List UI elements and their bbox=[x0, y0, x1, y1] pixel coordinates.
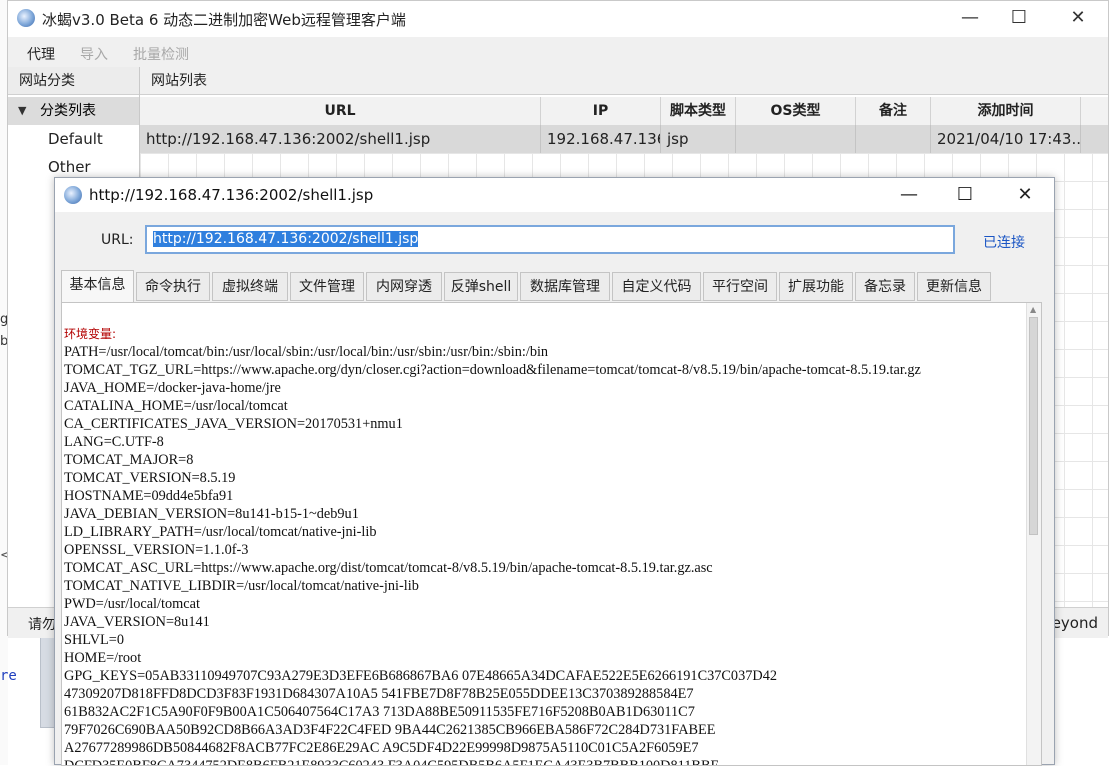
env-var-line: 47309207D818FFD8DCD3F83F1931D684307A10A5… bbox=[64, 686, 694, 702]
tab-extensions[interactable]: 扩展功能 bbox=[779, 272, 853, 301]
env-var-line: TOMCAT_ASC_URL=https://www.apache.org/di… bbox=[64, 560, 713, 576]
url-input[interactable]: http://192.168.47.136:2002/shell1.jsp bbox=[145, 225, 955, 254]
tree-root-category-list[interactable]: ▼ 分类列表 bbox=[8, 97, 139, 125]
menu-bar: 代理 导入 批量检测 bbox=[8, 37, 1108, 67]
tree-item-other[interactable]: Other bbox=[48, 158, 91, 176]
status-text-right: eyond bbox=[1051, 614, 1098, 632]
dialog-title: http://192.168.47.136:2002/shell1.jsp bbox=[89, 186, 374, 204]
env-var-line: TOMCAT_NATIVE_LIBDIR=/usr/local/tomcat/n… bbox=[64, 578, 419, 594]
scrollbar-thumb[interactable] bbox=[1029, 317, 1038, 535]
cell-note bbox=[856, 125, 931, 153]
menu-proxy[interactable]: 代理 bbox=[27, 44, 55, 64]
menu-import[interactable]: 导入 bbox=[80, 44, 108, 64]
table-header: URL IP 脚本类型 OS类型 备注 添加时间 bbox=[140, 97, 1108, 126]
url-input-value: http://192.168.47.136:2002/shell1.jsp bbox=[153, 231, 419, 247]
tab-custom-code[interactable]: 自定义代码 bbox=[612, 272, 701, 301]
dialog-close-button[interactable]: ✕ bbox=[999, 178, 1051, 212]
tab-file-manager[interactable]: 文件管理 bbox=[290, 272, 364, 301]
tab-intranet-tunnel[interactable]: 内网穿透 bbox=[366, 272, 442, 301]
tab-virtual-terminal[interactable]: 虚拟终端 bbox=[212, 272, 288, 301]
dialog-maximize-button[interactable]: ☐ bbox=[939, 178, 991, 212]
env-var-line: HOME=/root bbox=[64, 650, 142, 666]
dialog-logo-icon bbox=[64, 186, 82, 204]
env-var-line: SHLVL=0 bbox=[64, 632, 124, 648]
env-var-line: PWD=/usr/local/tomcat bbox=[64, 596, 200, 612]
tab-database-manager[interactable]: 数据库管理 bbox=[520, 272, 610, 301]
category-pane-header: 网站分类 bbox=[8, 67, 139, 95]
env-vars-text[interactable]: PATH=/usr/local/tomcat/bin:/usr/local/sb… bbox=[64, 343, 1027, 765]
env-var-line: LD_LIBRARY_PATH=/usr/local/tomcat/native… bbox=[64, 524, 377, 540]
close-button[interactable]: ✕ bbox=[1049, 1, 1107, 35]
env-var-line: JAVA_VERSION=8u141 bbox=[64, 614, 210, 630]
cell-url: http://192.168.47.136:2002/shell1.jsp bbox=[140, 125, 541, 153]
tab-command-exec[interactable]: 命令执行 bbox=[136, 272, 210, 301]
env-var-line: LANG=C.UTF-8 bbox=[64, 434, 164, 450]
app-logo-icon bbox=[17, 9, 35, 27]
env-var-line: JAVA_DEBIAN_VERSION=8u141-b15-1~deb9u1 bbox=[64, 506, 359, 522]
tab-parallel-space[interactable]: 平行空间 bbox=[703, 272, 777, 301]
env-var-line: 79F7026C690BAA50B92CD8B66A3AD3F4F22C4FED… bbox=[64, 722, 716, 738]
column-header-added-time[interactable]: 添加时间 bbox=[931, 97, 1081, 125]
cell-script-type: jsp bbox=[661, 125, 736, 153]
env-vars-label: 环境变量: bbox=[64, 327, 117, 341]
env-var-line: PATH=/usr/local/tomcat/bin:/usr/local/sb… bbox=[64, 344, 549, 360]
column-header-script-type[interactable]: 脚本类型 bbox=[661, 97, 736, 125]
env-var-line: 61B832AC2F1C5A90F0F9B00A1C506407564C17A3… bbox=[64, 704, 695, 720]
env-var-line: TOMCAT_VERSION=8.5.19 bbox=[64, 470, 236, 486]
table-row[interactable]: http://192.168.47.136:2002/shell1.jsp 19… bbox=[140, 125, 1108, 153]
cell-ip: 192.168.47.136 bbox=[541, 125, 661, 153]
column-header-os-type[interactable]: OS类型 bbox=[736, 97, 856, 125]
tree-item-default[interactable]: Default bbox=[48, 130, 103, 148]
cell-os-type bbox=[736, 125, 856, 153]
main-titlebar[interactable]: 冰蝎v3.0 Beta 6 动态二进制加密Web远程管理客户端 — ☐ ✕ bbox=[8, 1, 1108, 37]
env-var-line: HOSTNAME=09dd4e5bfa91 bbox=[64, 488, 234, 504]
tab-memo[interactable]: 备忘录 bbox=[855, 272, 915, 301]
env-var-line: A27677289986DB50844682F8ACB77FC2E86E29AC… bbox=[64, 740, 699, 756]
env-var-line: CATALINA_HOME=/usr/local/tomcat bbox=[64, 398, 288, 414]
env-var-line: TOMCAT_MAJOR=8 bbox=[64, 452, 194, 468]
column-header-ip[interactable]: IP bbox=[541, 97, 661, 125]
app-title: 冰蝎v3.0 Beta 6 动态二进制加密Web远程管理客户端 bbox=[42, 11, 406, 29]
env-var-line: OPENSSL_VERSION=1.1.0f-3 bbox=[64, 542, 249, 558]
env-var-line: GPG_KEYS=05AB33110949707C93A279E3D3EFE6B… bbox=[64, 668, 778, 684]
column-header-url[interactable]: URL bbox=[140, 97, 541, 125]
vertical-scrollbar[interactable]: ▲ bbox=[1026, 303, 1041, 765]
tab-update-info[interactable]: 更新信息 bbox=[917, 272, 991, 301]
maximize-button[interactable]: ☐ bbox=[990, 1, 1048, 35]
status-text-left: 请勿 bbox=[28, 617, 56, 633]
tab-basic-info[interactable]: 基本信息 bbox=[61, 270, 134, 303]
shell-dialog: http://192.168.47.136:2002/shell1.jsp — … bbox=[54, 177, 1055, 766]
column-header-note[interactable]: 备注 bbox=[856, 97, 931, 125]
dialog-minimize-button[interactable]: — bbox=[883, 178, 935, 212]
basic-info-panel: 环境变量: PATH=/usr/local/tomcat/bin:/usr/lo… bbox=[61, 302, 1042, 766]
tree-root-label: 分类列表 bbox=[40, 103, 96, 119]
site-list-header: 网站列表 bbox=[140, 67, 1108, 95]
connection-status: 已连接 bbox=[983, 235, 1025, 251]
env-var-line: TOMCAT_TGZ_URL=https://www.apache.org/dy… bbox=[64, 362, 921, 378]
background-code-text: re bbox=[0, 668, 17, 684]
cell-added-time: 2021/04/10 17:43... bbox=[931, 125, 1081, 153]
env-var-line: JAVA_HOME=/docker-java-home/jre bbox=[64, 380, 281, 396]
scroll-up-arrow-icon[interactable]: ▲ bbox=[1030, 305, 1036, 314]
tab-reverse-shell[interactable]: 反弹shell bbox=[444, 272, 518, 301]
menu-batch-check[interactable]: 批量检测 bbox=[133, 44, 189, 64]
dialog-titlebar[interactable]: http://192.168.47.136:2002/shell1.jsp — … bbox=[55, 178, 1054, 212]
expand-triangle-icon[interactable]: ▼ bbox=[18, 97, 26, 125]
url-label: URL: bbox=[101, 232, 134, 248]
env-var-line: CA_CERTIFICATES_JAVA_VERSION=20170531+nm… bbox=[64, 416, 403, 432]
tab-bar: 基本信息 命令执行 虚拟终端 文件管理 内网穿透 反弹shell 数据库管理 自… bbox=[61, 270, 1048, 303]
